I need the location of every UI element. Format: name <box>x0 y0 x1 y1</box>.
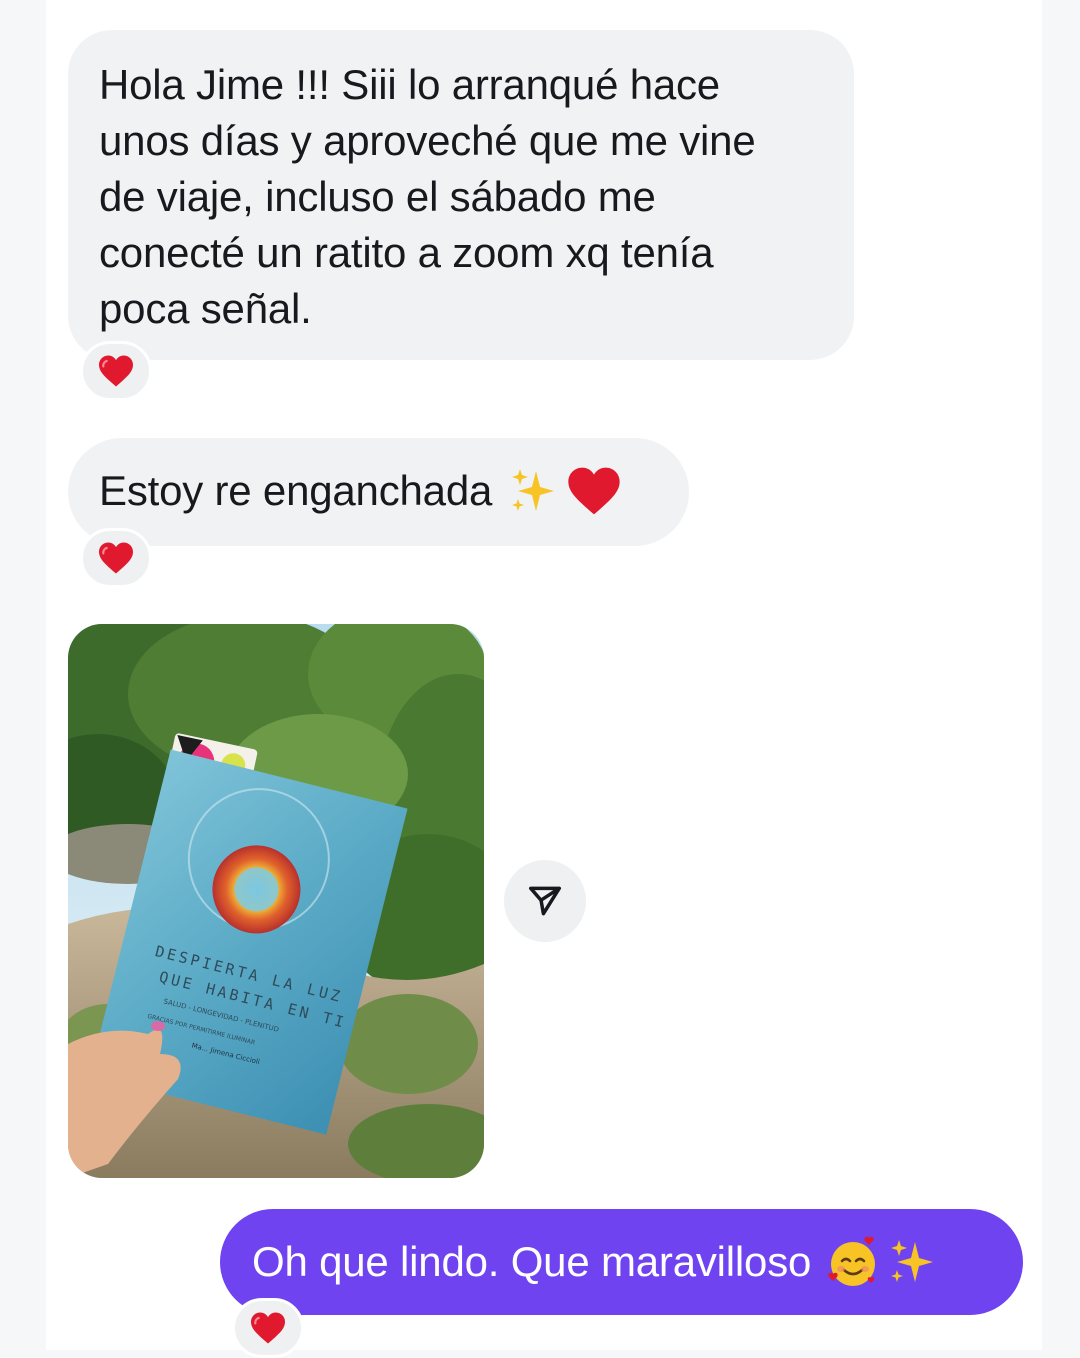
sparkles-icon <box>512 469 555 511</box>
sparkles-icon <box>891 1240 934 1282</box>
photo-message[interactable]: DESPIERTA LA LUZ QUE HABITA EN TI SALUD … <box>68 624 484 1178</box>
message-line: de viaje, incluso el sábado me <box>99 173 656 220</box>
smiling-face-with-hearts-icon <box>828 1236 876 1286</box>
reaction-badge[interactable] <box>80 528 152 588</box>
message-line: Hola Jime !!! Siii lo arranqué hace <box>99 61 720 108</box>
incoming-message-2[interactable]: Estoy re enganchada <box>68 438 689 546</box>
message-text: Estoy re enganchada <box>99 467 493 514</box>
book-photo: DESPIERTA LA LUZ QUE HABITA EN TI SALUD … <box>68 624 484 1178</box>
reaction-badge[interactable] <box>80 341 152 401</box>
share-button[interactable] <box>504 860 586 942</box>
reaction-badge[interactable] <box>232 1298 304 1358</box>
message-line: poca señal. <box>99 285 312 332</box>
heart-icon <box>251 1312 285 1344</box>
message-line: conecté un ratito a zoom xq tenía <box>99 229 714 276</box>
heart-icon <box>99 542 133 574</box>
outgoing-message[interactable]: Oh que lindo. Que maravilloso <box>220 1209 1023 1315</box>
share-arrow-icon <box>529 886 561 916</box>
red-heart-icon <box>568 467 620 515</box>
message-line: unos días y aproveché que me vine <box>99 117 756 164</box>
heart-icon <box>99 355 133 387</box>
incoming-message-1[interactable]: Hola Jime !!! Siii lo arranqué hace unos… <box>68 30 854 360</box>
message-text: Oh que lindo. Que maravilloso <box>252 1238 812 1285</box>
